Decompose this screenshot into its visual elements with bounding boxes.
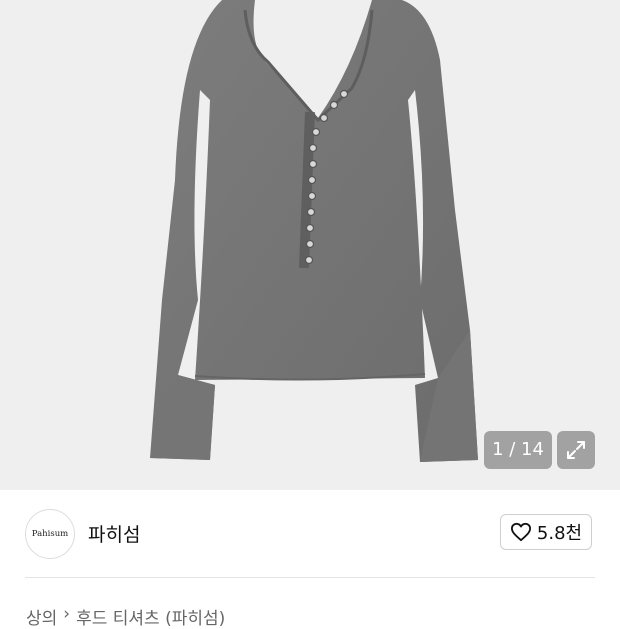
breadcrumb-separator: › <box>63 604 71 624</box>
like-button[interactable]: 5.8천 <box>500 514 592 550</box>
breadcrumb-category[interactable]: 상의 <box>26 604 57 629</box>
expand-arrows-icon <box>567 441 585 459</box>
like-count: 5.8천 <box>536 523 583 544</box>
breadcrumb: 상의 › 후드 티셔츠 (파히섬) <box>26 604 225 629</box>
heart-outline-icon <box>510 522 531 542</box>
store-logo[interactable]: Pahisum <box>25 509 75 559</box>
product-photo <box>150 0 478 462</box>
store-logo-text: Pahisum <box>31 529 69 539</box>
section-divider <box>25 577 595 578</box>
expand-image-button[interactable] <box>557 431 595 469</box>
store-info-row: Pahisum 파히섬 5.8천 <box>0 490 620 578</box>
image-counter: 1 / 14 <box>484 431 552 469</box>
product-image-gallery[interactable]: 1 / 14 <box>0 0 620 490</box>
breadcrumb-subcategory[interactable]: 후드 티셔츠 (파히섬) <box>76 604 225 629</box>
store-name[interactable]: 파히섬 <box>88 520 140 547</box>
